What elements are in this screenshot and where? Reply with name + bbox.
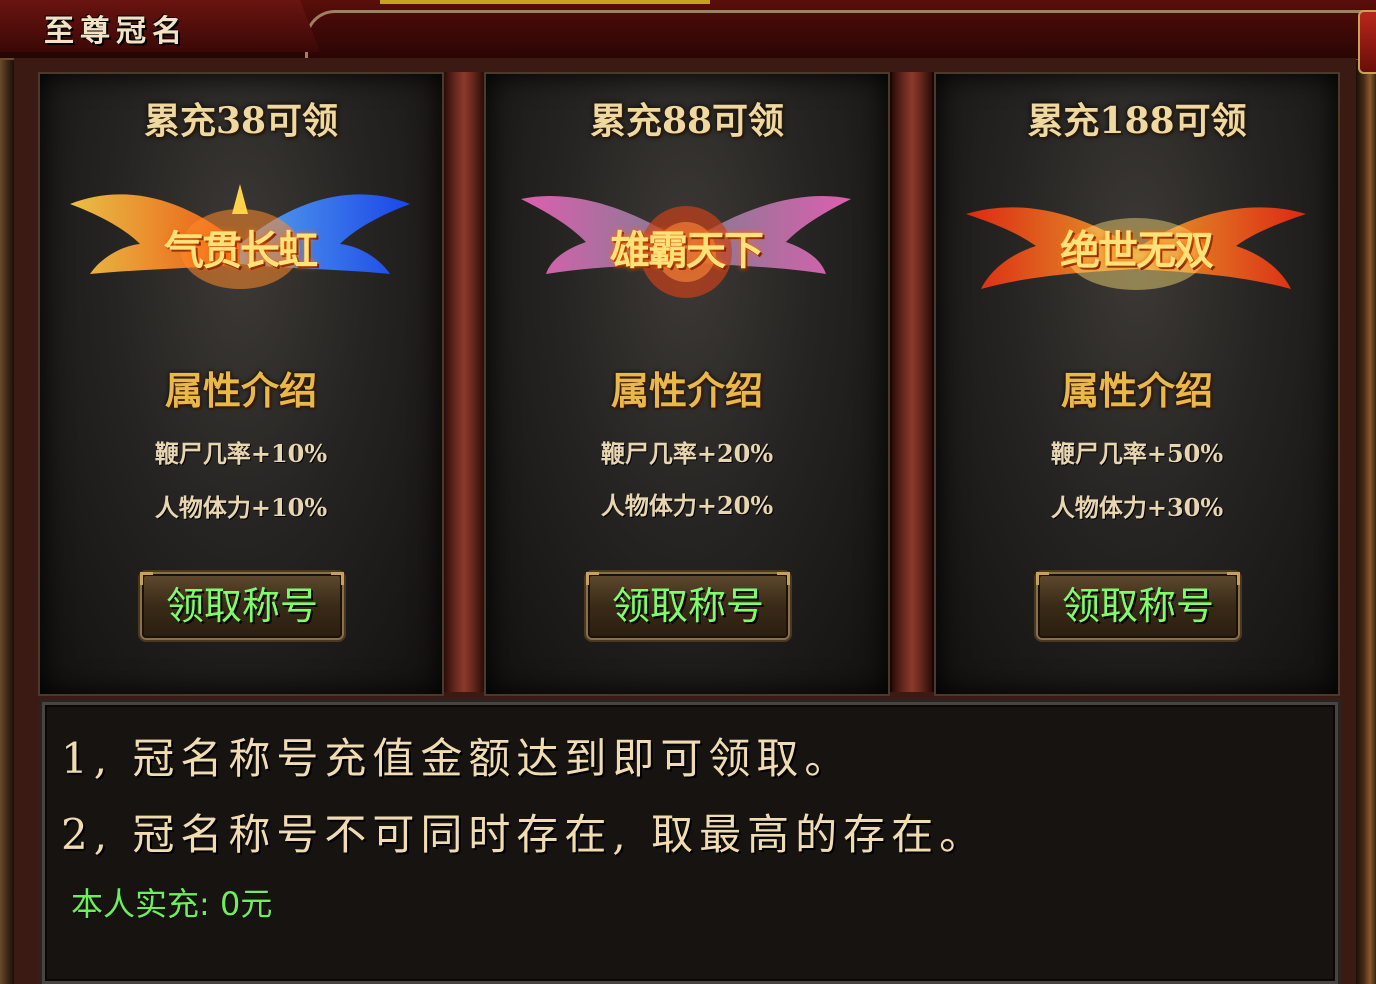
- title-bar: 至尊冠名: [0, 0, 1376, 60]
- attr-heading: 属性介绍: [1060, 368, 1213, 413]
- claim-title-button[interactable]: 领取称号: [586, 572, 790, 640]
- card-title: 累充188可领: [1027, 100, 1247, 142]
- title-card-3: 累充188可领 绝世无双 属性介绍 鞭尸几率+50% 人物体力+30% 领取称号: [934, 72, 1340, 696]
- attr-line: 人物体力+10%: [154, 493, 328, 522]
- rule-line-2: 2, 冠名称号不可同时存在, 取最高的存在。: [61, 810, 988, 859]
- attr-line: 鞭尸几率+50%: [1050, 439, 1224, 468]
- attr-line: 鞭尸几率+10%: [154, 439, 328, 468]
- attr-line: 人物体力+20%: [600, 491, 774, 520]
- header-ornament: [305, 10, 1368, 59]
- card-title: 累充88可领: [589, 100, 785, 142]
- attr-heading: 属性介绍: [164, 368, 317, 413]
- emblem-label: 气贯长虹: [164, 227, 318, 274]
- title-emblem-wings-icon: 绝世无双: [956, 174, 1316, 314]
- gold-trim: [380, 0, 710, 4]
- emblem-label: 雄霸天下: [610, 227, 764, 274]
- rules-panel: 1, 冠名称号充值金额达到即可领取。 2, 冠名称号不可同时存在, 取最高的存在…: [42, 702, 1338, 984]
- window-title: 至尊冠名: [44, 14, 188, 49]
- title-card-2: 累充88可领 雄霸天下 属性介绍 鞭尸几率+20% 人物体力+20% 领取称号: [484, 72, 890, 696]
- attr-line: 鞭尸几率+20%: [600, 439, 774, 468]
- close-button[interactable]: [1358, 10, 1376, 74]
- title-emblem-wings-icon: 气贯长虹: [60, 174, 420, 314]
- left-border: [0, 40, 14, 984]
- title-card-1: 累充38可领 气贯长虹 属性介绍 鞭尸几率+10% 人物体力+10% 领取称号: [38, 72, 444, 696]
- rule-line-1: 1, 冠名称号充值金额达到即可领取。: [61, 734, 853, 783]
- card-title: 累充38可领: [143, 100, 339, 142]
- right-border: [1356, 0, 1376, 984]
- card-divider: [442, 72, 486, 692]
- claim-title-button[interactable]: 领取称号: [140, 572, 344, 640]
- attr-heading: 属性介绍: [610, 368, 763, 413]
- attr-line: 人物体力+30%: [1050, 493, 1224, 522]
- card-divider: [890, 72, 934, 692]
- emblem-label: 绝世无双: [1060, 227, 1214, 274]
- title-emblem-wings-icon: 雄霸天下: [506, 174, 866, 314]
- claim-title-button[interactable]: 领取称号: [1036, 572, 1240, 640]
- recharge-amount: 本人实充: 0元: [71, 885, 273, 923]
